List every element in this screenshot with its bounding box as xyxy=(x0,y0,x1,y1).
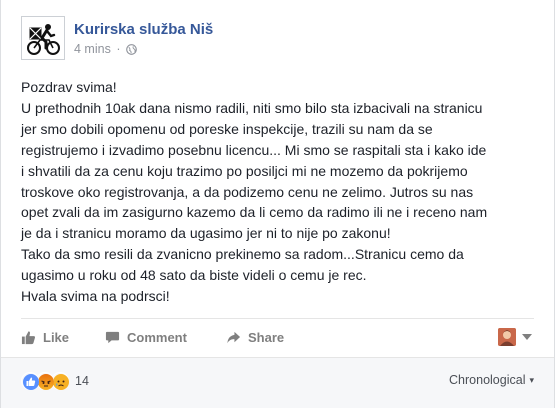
post-timestamp[interactable]: 4 mins xyxy=(74,42,111,56)
post-header: Kurirska služba Niš 4 mins · xyxy=(21,16,521,61)
viewer-avatar xyxy=(498,328,516,346)
like-label: Like xyxy=(43,329,70,345)
meta-separator: · xyxy=(116,42,121,56)
comment-label: Comment xyxy=(127,329,187,345)
post-line: jer smo dobili opomenu od poreske inspek… xyxy=(21,120,433,137)
post-body: Pozdrav svima! U prethodnih 10ak dana ni… xyxy=(21,77,541,307)
feed-post-card: Kurirska služba Niš 4 mins · Pozdrav svi… xyxy=(0,0,555,408)
post-line: troskove oko registrovanja, a da podizem… xyxy=(21,183,474,200)
post-line: Pozdrav svima! xyxy=(21,79,117,95)
page-avatar[interactable] xyxy=(21,16,65,60)
chevron-down-icon: ▾ xyxy=(529,374,534,385)
globe-icon[interactable] xyxy=(126,44,137,58)
actions-divider xyxy=(21,318,534,319)
cyclist-logo-icon xyxy=(27,24,60,55)
comment-sort-dropdown[interactable]: Chronological ▾ xyxy=(449,373,534,387)
share-arrow-icon xyxy=(227,331,241,343)
caret-down-icon xyxy=(522,334,532,340)
like-reaction-icon xyxy=(21,372,39,390)
post-line: registrujemo i izvadimo posebnu licencu.… xyxy=(21,141,487,158)
sort-label: Chronological xyxy=(449,373,526,387)
comment-button[interactable]: Comment xyxy=(105,324,187,350)
like-button[interactable]: Like xyxy=(21,324,69,350)
post-line: Hvala svima na podrsci! xyxy=(21,288,170,305)
post-line: opet zvali da im zasigurno kazemo da li … xyxy=(21,204,488,221)
actor-selector[interactable] xyxy=(498,325,536,349)
post-actions-bar: Like Comment Share xyxy=(21,324,536,350)
post-line: ugasimo u roku od 48 sato da biste videl… xyxy=(21,267,367,284)
post-line: je da i stranicu moramo da ugasimo jer n… xyxy=(21,225,391,242)
post-meta: 4 mins · xyxy=(74,42,137,58)
post-line: i shvatili da za cenu koju trazimo po po… xyxy=(21,162,468,179)
reaction-summary[interactable]: 14 xyxy=(21,371,89,391)
reaction-count[interactable]: 14 xyxy=(75,374,89,388)
share-button[interactable]: Share xyxy=(226,324,284,350)
speech-bubble-icon xyxy=(105,331,120,343)
post-line: U prethodnih 10ak dana nismo radili, nit… xyxy=(21,99,483,116)
thumbs-up-icon xyxy=(21,330,36,344)
page-name-link[interactable]: Kurirska služba Niš xyxy=(74,21,213,38)
post-line: Tako da smo resili da zvanicno prekinemo… xyxy=(21,246,464,263)
share-label: Share xyxy=(248,329,285,345)
reactions-footer: 14 Chronological ▾ xyxy=(1,357,554,408)
